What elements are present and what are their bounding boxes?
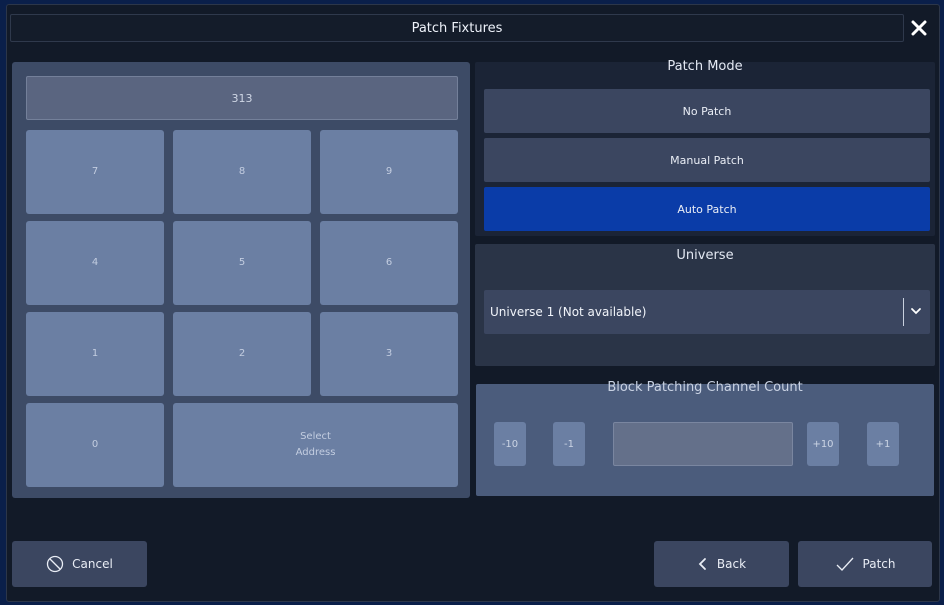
chevron-down-icon [911, 308, 921, 315]
address-display: 313 [26, 76, 458, 120]
select-address-label-line2: Address [295, 447, 336, 458]
chevron-left-icon [698, 558, 706, 570]
universe-select[interactable]: Universe 1 (Not available) [484, 290, 930, 334]
key-1[interactable]: 1 [26, 312, 164, 396]
cancel-icon [47, 555, 64, 573]
block-patching-title: Block Patching Channel Count [607, 380, 803, 395]
key-9[interactable]: 9 [320, 130, 458, 214]
key-6[interactable]: 6 [320, 221, 458, 305]
key-8[interactable]: 8 [173, 130, 311, 214]
close-button[interactable] [906, 15, 932, 41]
minus-10-button[interactable]: -10 [494, 422, 526, 466]
key-4[interactable]: 4 [26, 221, 164, 305]
auto-patch-button[interactable]: Auto Patch [484, 187, 930, 231]
plus-1-button[interactable]: +1 [867, 422, 899, 466]
key-5[interactable]: 5 [173, 221, 311, 305]
no-patch-button[interactable]: No Patch [484, 89, 930, 133]
cancel-label: Cancel [72, 557, 113, 571]
select-address-label-line1: Select [300, 431, 331, 442]
key-2[interactable]: 2 [173, 312, 311, 396]
manual-patch-button[interactable]: Manual Patch [484, 138, 930, 182]
dialog-title: Patch Fixtures [10, 14, 904, 42]
key-0[interactable]: 0 [26, 403, 164, 487]
universe-title: Universe [676, 248, 734, 263]
checkmark-icon [836, 557, 853, 571]
select-divider [903, 298, 904, 326]
patch-button[interactable]: Patch [798, 541, 932, 587]
plus-10-button[interactable]: +10 [807, 422, 839, 466]
back-label: Back [716, 557, 747, 571]
select-address-button[interactable]: Select Address [173, 403, 458, 487]
patch-mode-title: Patch Mode [667, 59, 743, 74]
keypad-panel: 313 7 8 9 4 5 6 1 2 3 0 Select Address [12, 62, 470, 498]
key-3[interactable]: 3 [320, 312, 458, 396]
minus-1-button[interactable]: -1 [553, 422, 585, 466]
back-button[interactable]: Back [654, 541, 789, 587]
key-7[interactable]: 7 [26, 130, 164, 214]
universe-selected-value: Universe 1 (Not available) [490, 305, 647, 319]
cancel-button[interactable]: Cancel [12, 541, 147, 587]
patch-label: Patch [862, 557, 896, 571]
close-icon [911, 20, 927, 36]
channel-count-input[interactable] [613, 422, 793, 466]
